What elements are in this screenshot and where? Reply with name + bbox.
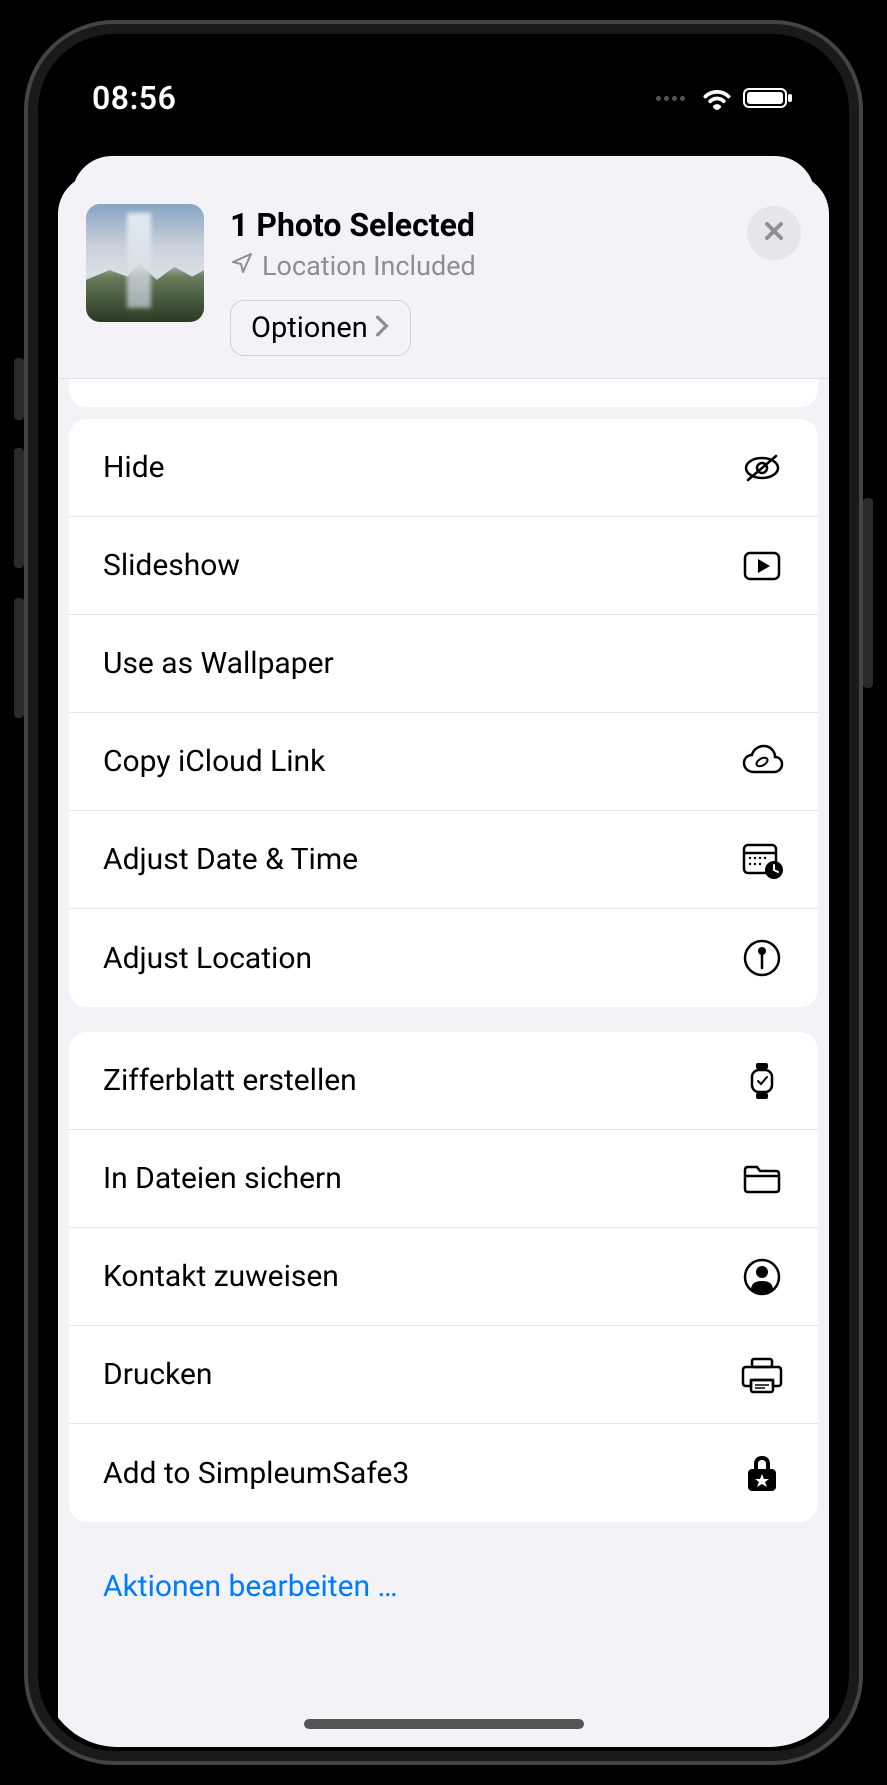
phone-side-button (14, 358, 24, 420)
empty-icon (740, 642, 784, 686)
action-label: Zifferblatt erstellen (103, 1063, 357, 1098)
options-button-label: Optionen (251, 311, 368, 345)
play-rect-icon (740, 544, 784, 588)
previous-group-peek (69, 379, 818, 407)
phone-volume-down-button (14, 598, 24, 718)
folder-icon (740, 1157, 784, 1201)
action-assign-contact[interactable]: Kontakt zuweisen (69, 1228, 818, 1326)
location-text: Location Included (262, 250, 476, 282)
header-info: 1 Photo Selected Location Included Optio… (230, 204, 721, 356)
wifi-icon (701, 86, 733, 110)
action-label: Adjust Date & Time (103, 842, 358, 877)
phone-frame: 08:56 1 Photo Selected (24, 20, 863, 1765)
action-create-watchface[interactable]: Zifferblatt erstellen (69, 1032, 818, 1130)
action-label: Use as Wallpaper (103, 646, 334, 681)
action-save-to-files[interactable]: In Dateien sichern (69, 1130, 818, 1228)
calendar-clock-icon (740, 838, 784, 882)
location-row: Location Included (230, 250, 721, 282)
lock-star-icon (740, 1451, 784, 1495)
action-label: Copy iCloud Link (103, 744, 325, 779)
action-add-to-simpleumsafe[interactable]: Add to SimpleumSafe3 (69, 1424, 818, 1522)
status-time: 08:56 (92, 79, 176, 117)
action-label: Kontakt zuweisen (103, 1259, 339, 1294)
phone-power-button (863, 498, 873, 688)
action-adjust-location[interactable]: Adjust Location (69, 909, 818, 1007)
cellular-dots-icon (656, 96, 685, 101)
action-label: Add to SimpleumSafe3 (103, 1456, 409, 1491)
action-adjust-date-time[interactable]: Adjust Date & Time (69, 811, 818, 909)
phone-volume-up-button (14, 448, 24, 568)
cloud-link-icon (740, 740, 784, 784)
action-label: Adjust Location (103, 941, 312, 976)
eye-slash-icon (740, 446, 784, 490)
action-label: Drucken (103, 1357, 212, 1392)
sheet-header: 1 Photo Selected Location Included Optio… (58, 174, 829, 379)
status-bar: 08:56 (42, 38, 845, 138)
options-button[interactable]: Optionen (230, 300, 411, 356)
status-icons (656, 86, 795, 110)
action-hide[interactable]: Hide (69, 419, 818, 517)
home-indicator[interactable] (304, 1719, 584, 1729)
action-use-as-wallpaper[interactable]: Use as Wallpaper (69, 615, 818, 713)
close-icon (762, 219, 786, 247)
action-label: Hide (103, 450, 165, 485)
content-scroll-area[interactable]: Hide Slideshow Use as Wallpaper (58, 379, 829, 1747)
printer-icon (740, 1353, 784, 1397)
edit-actions-label: Aktionen bearbeiten … (103, 1569, 398, 1604)
watch-icon (740, 1059, 784, 1103)
close-button[interactable] (747, 206, 801, 260)
action-slideshow[interactable]: Slideshow (69, 517, 818, 615)
screen: 08:56 1 Photo Selected (42, 38, 845, 1747)
battery-icon (743, 86, 795, 110)
action-group-1: Hide Slideshow Use as Wallpaper (69, 419, 818, 1007)
photo-thumbnail (86, 204, 204, 322)
pin-circle-icon (740, 936, 784, 980)
sheet-title: 1 Photo Selected (230, 206, 721, 244)
location-arrow-icon (230, 250, 254, 282)
chevron-right-icon (374, 311, 390, 345)
person-circle-icon (740, 1255, 784, 1299)
share-sheet: 1 Photo Selected Location Included Optio… (58, 174, 829, 1747)
action-copy-icloud-link[interactable]: Copy iCloud Link (69, 713, 818, 811)
action-print[interactable]: Drucken (69, 1326, 818, 1424)
action-group-2: Zifferblatt erstellen In Dateien sichern… (69, 1032, 818, 1522)
action-label: In Dateien sichern (103, 1161, 342, 1196)
action-label: Slideshow (103, 548, 240, 583)
edit-actions-button[interactable]: Aktionen bearbeiten … (69, 1547, 818, 1644)
